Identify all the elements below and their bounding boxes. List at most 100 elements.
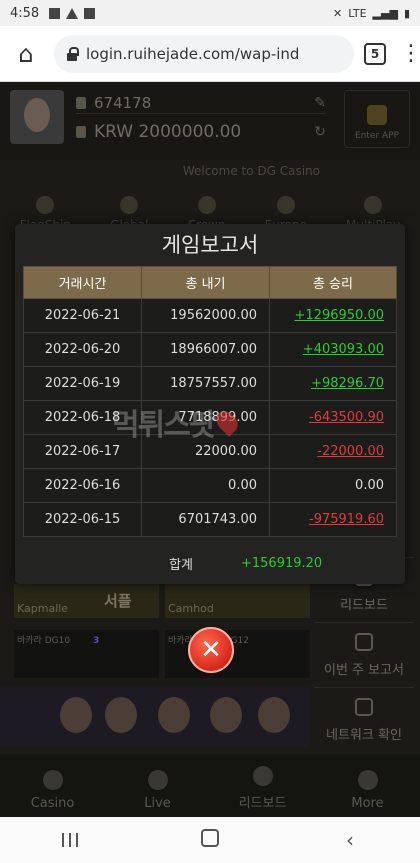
status-time: 4:58 [10,5,40,21]
cell-win: 0.00 [269,468,397,503]
balance: KRW 2000000.00 [94,122,242,142]
total-row: 합계 +156919.20 [23,546,397,580]
nav-casino[interactable]: Casino [13,770,93,811]
recent-apps-button[interactable] [40,828,100,852]
signal-icon: ▂▄▆ [372,6,398,20]
column-header-win: 총 승리 [269,266,397,299]
win-amount[interactable]: +98296.70 [311,376,384,391]
network-label: LTE [348,6,367,20]
url-text: login.ruihejade.com/wap-ind [86,44,300,63]
warning-icon [66,7,79,19]
cell-win: +403093.00 [269,332,397,367]
url-bar[interactable]: login.ruihejade.com/wap-ind [54,34,354,73]
nav-live[interactable]: Live [118,770,198,811]
modal-title: 게임보고서 [161,233,259,257]
lobby-card[interactable]: Camhod [165,584,310,618]
dealer-avatar [60,697,92,733]
europe-icon [276,196,295,214]
win-amount[interactable]: +1296950.00 [295,308,384,323]
close-button[interactable]: ✕ [188,627,234,673]
crown-icon [197,196,216,214]
cell-date: 2022-06-21 [23,298,142,333]
lobby-card[interactable]: Kapmalle 서플 [14,584,159,618]
promo-banner[interactable] [0,687,310,747]
multiplay-icon [364,196,383,214]
lock-icon [66,46,79,61]
account-header: 674178 ✎ KRW 2000000.00 ↻ Enter APP [0,82,420,160]
cell-date: 2022-06-20 [23,332,142,367]
table-header-row: 거래시간 총 내기 총 승리 [23,266,397,299]
nav-leaderboard[interactable]: 리드보드 [223,766,303,811]
cell-date: 2022-06-19 [23,366,142,401]
table-row: 2022-06-21 19562000.00 +1296950.00 [23,298,397,333]
cell-bet: 18966007.00 [141,332,270,367]
android-nav-bar: ‹ [0,817,420,863]
user-id: 674178 [94,93,152,112]
download-icon [367,105,387,125]
avatar [10,90,64,144]
win-amount[interactable]: -975919.60 [309,512,384,527]
app-notification-icon [84,7,96,19]
user-icon [76,96,86,109]
more-icon [357,770,378,790]
app-bottom-nav: Casino Live 리드보드 More [0,754,420,817]
tab-switcher-button[interactable]: 5 [364,42,386,65]
edit-icon[interactable]: ✎ [314,95,326,111]
diamond-icon [120,196,139,214]
watermark-text: 먹튀스팟 [112,408,216,443]
live-icon [147,770,168,790]
cell-win: -975919.60 [269,502,397,537]
calendar-icon [355,633,373,651]
dealer-avatar [105,697,137,733]
dealer-avatar [210,697,242,733]
cell-date: 2022-06-15 [23,502,142,537]
column-header-date: 거래시간 [23,266,142,299]
cell-win: +1296950.00 [269,298,397,333]
back-icon: ‹ [346,828,354,852]
win-amount[interactable]: -643500.90 [309,410,384,425]
win-amount: 0.00 [355,478,384,493]
total-value: +156919.20 [241,555,323,571]
table-row: 2022-06-20 18966007.00 +403093.00 [23,332,397,367]
more-menu-icon[interactable]: ⋮ [400,41,420,66]
home-icon[interactable]: ⌂ [8,36,44,72]
recents-icon [62,833,78,847]
mute-icon: ✕ [333,6,343,20]
cell-win: +98296.70 [269,366,397,401]
cell-win: -643500.90 [269,400,397,435]
nav-more[interactable]: More [328,770,408,811]
cell-bet: 19562000.00 [141,298,270,333]
flagship-icon [36,196,55,214]
weekly-report-button[interactable]: 이번 주 보고서 [314,622,414,684]
game-tables: 바카라 DG10 3 바카라/바카라 DG12 [14,630,310,678]
system-icons: ✕ LTE ▂▄▆ ▮ [333,7,410,20]
cell-bet: 0.00 [141,468,270,503]
lobby-cards: Kapmalle 서플 Camhod [14,584,310,618]
win-amount[interactable]: +403093.00 [303,342,384,357]
total-label: 합계 [169,557,193,573]
battery-icon: ▮ [403,6,410,20]
game-table[interactable]: 바카라 DG10 3 [14,630,159,678]
back-button[interactable]: ‹ [320,828,380,852]
notification-icons [49,7,96,19]
welcome-text: Welcome to DG Casino [182,164,320,178]
enter-app-label: Enter APP [354,131,400,141]
refresh-icon[interactable]: ↻ [314,124,326,140]
cell-win: -22000.00 [269,434,397,469]
status-bar: 4:58 ✕ LTE ▂▄▆ ▮ [0,0,420,26]
win-amount[interactable]: -22000.00 [317,444,384,459]
table-row: 2022-06-19 18757557.00 +98296.70 [23,366,397,401]
player-count-badge: 3 [92,636,100,646]
column-header-bet: 총 내기 [141,266,270,299]
cell-bet: 6701743.00 [141,502,270,537]
network-check-button[interactable]: 네트워크 확인 [314,687,414,749]
android-home-button[interactable] [180,828,240,852]
dealer-avatar [258,697,290,733]
cell-bet: 18757557.00 [141,366,270,401]
user-id-row: 674178 ✎ [76,92,326,114]
balance-row: KRW 2000000.00 ↻ [76,120,326,144]
casino-icon [42,770,63,790]
trophy-icon [252,766,273,786]
enter-app-button[interactable]: Enter APP [344,90,410,148]
game-table[interactable]: 바카라/바카라 DG12 [165,630,310,678]
